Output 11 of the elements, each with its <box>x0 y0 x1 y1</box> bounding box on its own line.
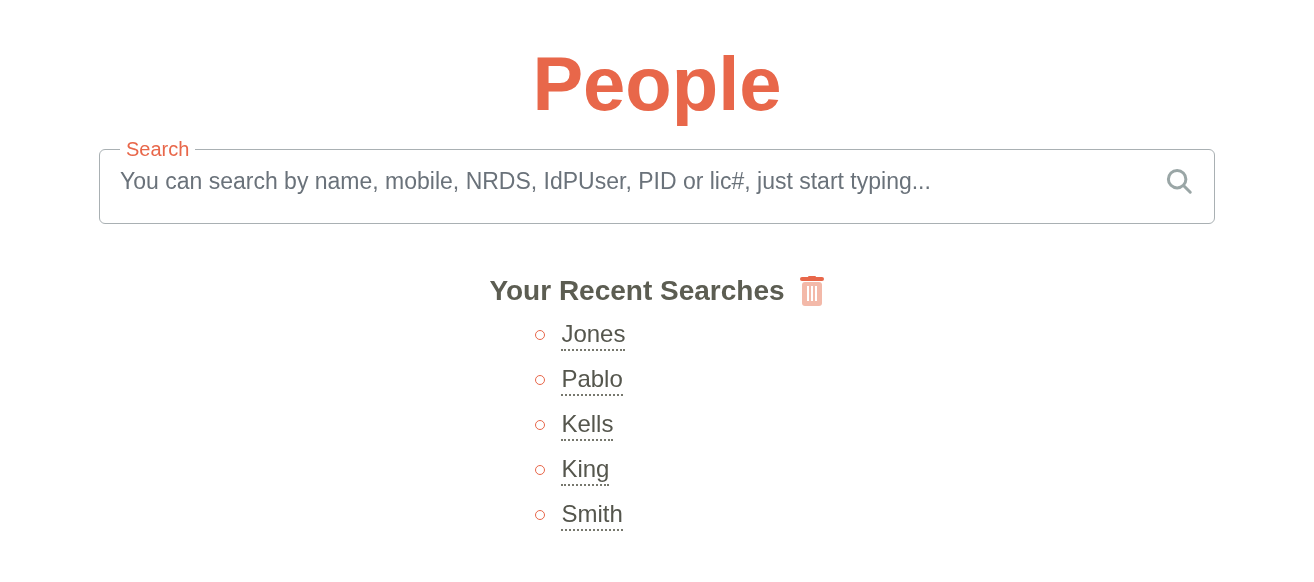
recent-search-link[interactable]: Jones <box>561 318 626 351</box>
recent-search-link[interactable]: Pablo <box>561 363 623 396</box>
recent-searches-heading: Your Recent Searches <box>489 274 785 308</box>
search-input[interactable]: You can search by name, mobile, NRDS, IdPUser, PID or lic#, just start typing... <box>120 164 1164 199</box>
trash-icon[interactable] <box>798 276 825 306</box>
recent-search-link[interactable]: Smith <box>561 498 623 531</box>
page-title: People <box>532 40 782 128</box>
recent-search-link[interactable]: Kells <box>561 408 614 441</box>
search-icon[interactable] <box>1164 166 1194 197</box>
recent-search-link[interactable]: King <box>561 453 610 486</box>
search-label: Search <box>125 137 191 162</box>
